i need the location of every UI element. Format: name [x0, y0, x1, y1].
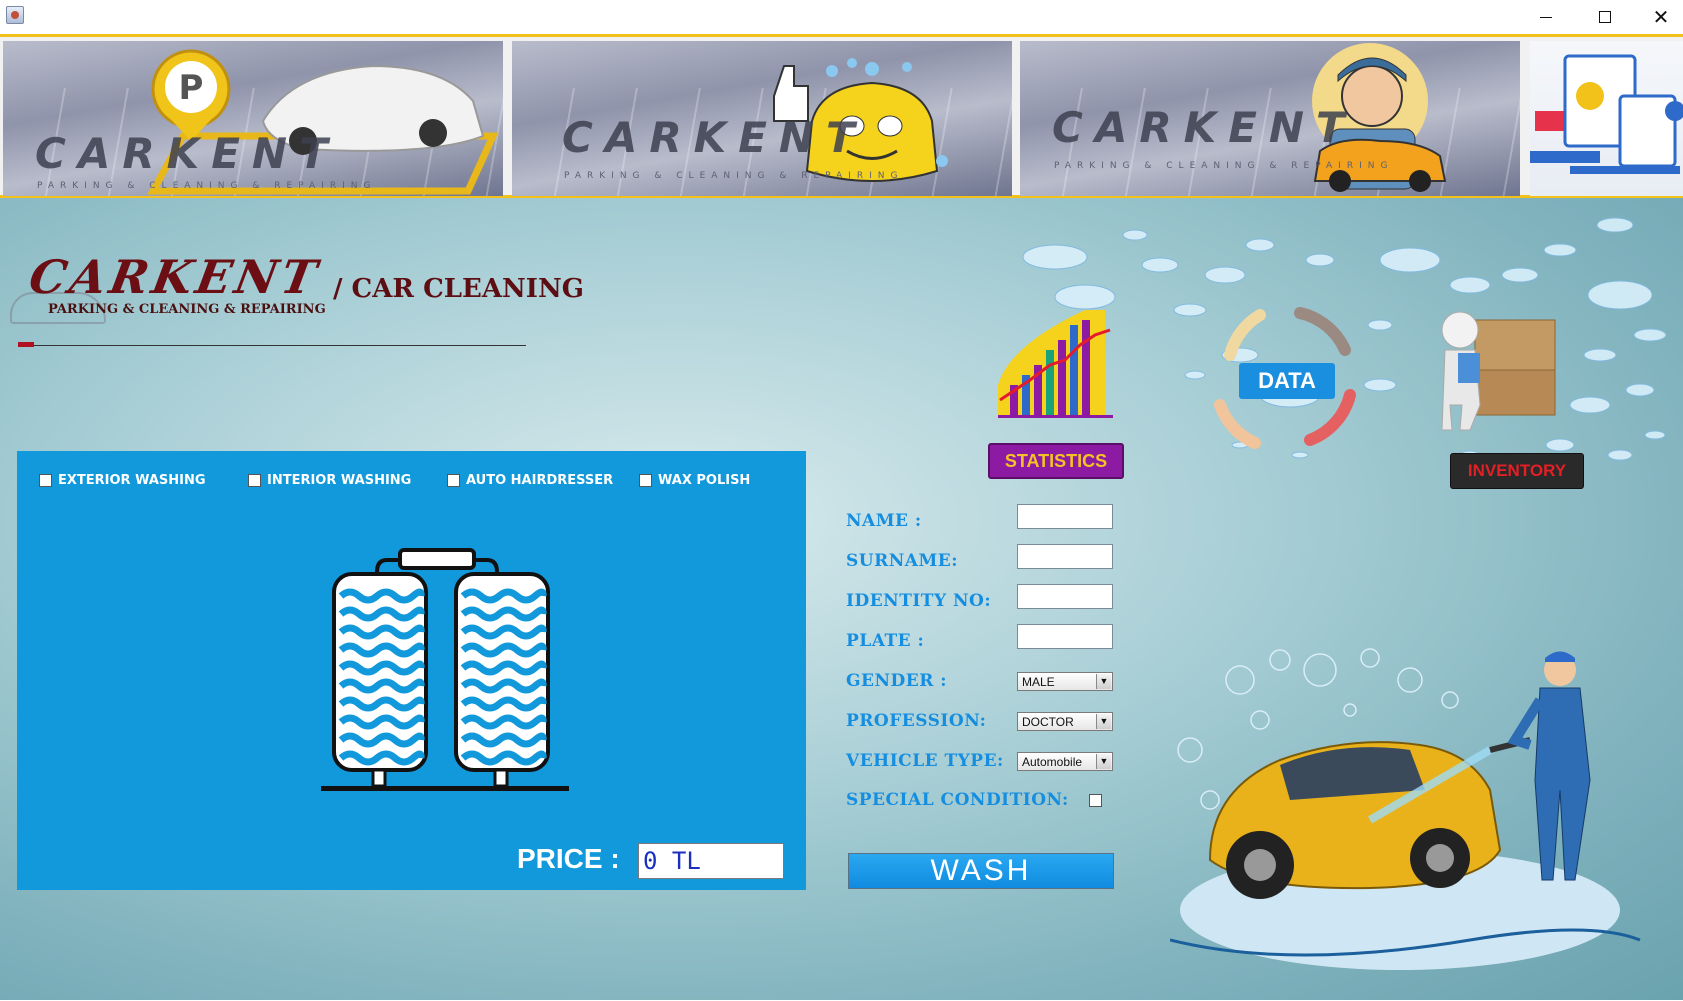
special-condition-label: SPECIAL CONDITION: [846, 790, 1069, 810]
auto-hairdresser-checkbox[interactable]: AUTO HAIRDRESSER [447, 473, 613, 488]
inventory-button[interactable]: INVENTORY [1450, 453, 1584, 489]
app-window: ✕ P CARKENT PARKING & CLEANING & REPAIRI… [0, 0, 1683, 1001]
profession-label: PROFESSION: [846, 711, 987, 731]
gender-select[interactable]: MALE ▼ [1017, 672, 1113, 691]
banner-subtitle: PARKING & CLEANING & REPAIRING [564, 171, 904, 181]
wash-button[interactable]: WASH [848, 853, 1114, 889]
checkbox-box[interactable] [248, 474, 261, 487]
profession-value: DOCTOR [1022, 715, 1074, 729]
data-button[interactable]: DATA [1239, 363, 1335, 399]
page-title: / CAR CLEANING [333, 274, 584, 304]
profession-select[interactable]: DOCTOR ▼ [1017, 712, 1113, 731]
maximize-icon [1599, 11, 1611, 23]
checkbox-label: EXTERIOR WASHING [58, 473, 206, 488]
price-label: PRICE : [517, 843, 620, 874]
surname-label: SURNAME: [846, 551, 959, 571]
gender-label: GENDER : [846, 671, 948, 691]
services-panel: EXTERIOR WASHING INTERIOR WASHING AUTO H… [17, 451, 806, 890]
close-button[interactable]: ✕ [1636, 0, 1683, 34]
banner-subtitle: PARKING & CLEANING & REPAIRING [1054, 161, 1394, 171]
checkbox-box[interactable] [639, 474, 652, 487]
brand-logo: CARKENT [25, 250, 325, 304]
exterior-washing-checkbox[interactable]: EXTERIOR WASHING [39, 473, 206, 488]
checkbox-label: INTERIOR WASHING [267, 473, 412, 488]
title-bar: ✕ [0, 0, 1683, 34]
inventory-boxes-icon [1441, 311, 1556, 431]
banner-tile-finance [1530, 41, 1683, 196]
checkbox-label: WAX POLISH [658, 473, 751, 488]
divider [18, 345, 526, 346]
surname-input[interactable] [1017, 544, 1113, 569]
name-input[interactable] [1017, 504, 1113, 529]
minimize-button[interactable] [1521, 0, 1571, 34]
chevron-down-icon[interactable]: ▼ [1096, 714, 1111, 729]
checkbox-box[interactable] [447, 474, 460, 487]
maximize-button[interactable] [1580, 0, 1630, 34]
vehicle-type-select[interactable]: Automobile ▼ [1017, 752, 1113, 771]
special-condition-checkbox[interactable] [1089, 794, 1102, 807]
statistics-chart-icon [998, 310, 1113, 418]
car-wash-illustration [1170, 648, 1641, 970]
brand-subtitle: PARKING & CLEANING & REPAIRING [48, 302, 326, 317]
close-icon: ✕ [1652, 5, 1670, 29]
banner-brand: CARKENT [1052, 103, 1357, 152]
identity-no-input[interactable] [1017, 584, 1113, 609]
plate-label: PLATE : [846, 631, 925, 651]
checkbox-label: AUTO HAIRDRESSER [466, 473, 614, 488]
banner-tile-parking: P CARKENT PARKING & CLEANING & REPAIRING [3, 41, 503, 196]
header-banner: P CARKENT PARKING & CLEANING & REPAIRING… [0, 34, 1683, 198]
identity-no-label: IDENTITY NO: [846, 591, 992, 611]
banner-brand: CARKENT [562, 113, 867, 162]
chevron-down-icon[interactable]: ▼ [1096, 754, 1111, 769]
finance-icon [1530, 54, 1683, 174]
banner-tile-wash: CARKENT PARKING & CLEANING & REPAIRING [512, 41, 1012, 196]
minimize-icon [1540, 16, 1552, 18]
vehicle-type-label: VEHICLE TYPE: [846, 751, 1004, 771]
gender-value: MALE [1022, 675, 1055, 689]
statistics-button[interactable]: STATISTICS [988, 443, 1124, 479]
plate-input[interactable] [1017, 624, 1113, 649]
svg-text:P: P [179, 68, 204, 108]
vehicle-type-value: Automobile [1022, 755, 1083, 769]
chevron-down-icon[interactable]: ▼ [1096, 674, 1111, 689]
name-label: NAME : [846, 511, 922, 531]
car-wash-brushes-icon [321, 548, 569, 791]
divider-accent [18, 342, 34, 347]
price-field: 0 TL [638, 843, 784, 879]
banner-subtitle: PARKING & CLEANING & REPAIRING [37, 181, 377, 191]
app-icon [6, 6, 24, 24]
wax-polish-checkbox[interactable]: WAX POLISH [639, 473, 750, 488]
banner-tile-repair: CARKENT PARKING & CLEANING & REPAIRING [1020, 41, 1520, 196]
interior-washing-checkbox[interactable]: INTERIOR WASHING [248, 473, 411, 488]
checkbox-box[interactable] [39, 474, 52, 487]
banner-brand: CARKENT [35, 129, 340, 178]
